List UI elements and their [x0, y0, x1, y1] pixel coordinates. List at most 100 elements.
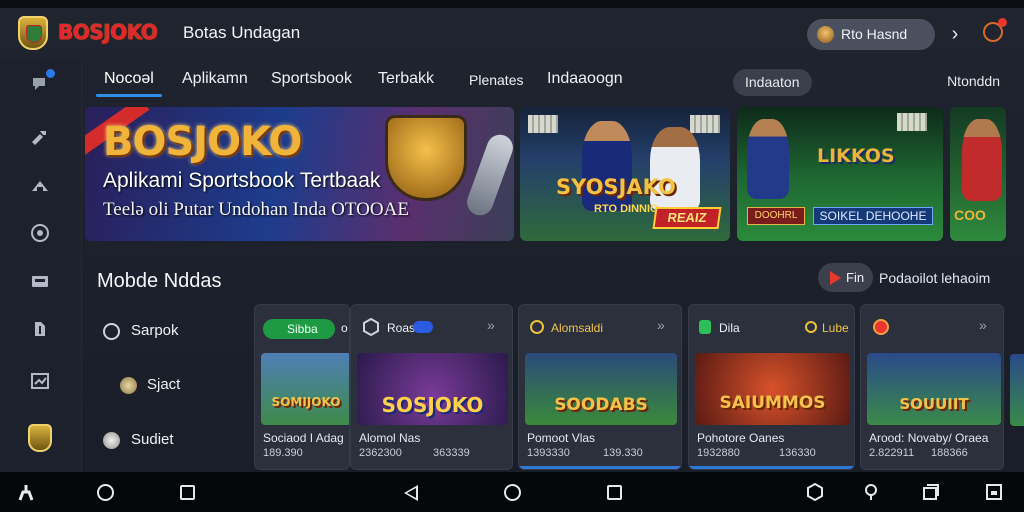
- hammer-icon: [32, 131, 46, 145]
- game-thumbnail: SOSJOKO: [357, 353, 508, 425]
- tab-indonesia[interactable]: Indaaoogn: [547, 70, 623, 88]
- back-triangle-icon[interactable]: [404, 485, 418, 501]
- chevron-right-icon[interactable]: »: [487, 317, 495, 333]
- system-nav-bar: [0, 472, 1024, 512]
- promo-banner-partial[interactable]: COO: [950, 107, 1006, 241]
- play-button[interactable]: Fin: [818, 263, 873, 292]
- logo-icon[interactable]: [18, 16, 48, 50]
- tab-terbaik[interactable]: Terbakk: [378, 70, 434, 88]
- card-header: Dila Lube: [689, 305, 854, 349]
- banner-game-title: LIKKOS: [817, 145, 895, 167]
- hexagon-icon: [807, 482, 823, 502]
- card-extra: Lube: [822, 321, 849, 335]
- home-circle-icon[interactable]: [97, 484, 114, 501]
- tab-pill[interactable]: Indaaton: [733, 69, 812, 96]
- sidebar-item-games[interactable]: [28, 318, 52, 342]
- promo-banner-soccer[interactable]: SYOSJAKO RTO DINNIO REAIZ: [520, 107, 730, 241]
- chart-icon: [31, 373, 49, 389]
- frame-icon: [986, 484, 1002, 500]
- sidebar-item-live[interactable]: [28, 222, 52, 246]
- recents-square-icon[interactable]: [180, 485, 195, 500]
- clock-icon: [805, 321, 817, 333]
- game-stat-primary: 1932880: [697, 447, 740, 459]
- shield-emblem-icon: [385, 115, 467, 201]
- badge: [413, 321, 433, 333]
- user-account-button[interactable]: Rto Hasnd: [807, 19, 935, 50]
- home-icon[interactable]: [504, 484, 521, 501]
- category-item[interactable]: Sarpok: [131, 322, 179, 339]
- tab-aplikasi[interactable]: Aplikamn: [182, 70, 248, 88]
- window-icon[interactable]: [921, 482, 941, 502]
- thumbnail-title: SOODABS: [554, 395, 648, 415]
- avatar: [817, 26, 834, 43]
- play-label: Fin: [846, 270, 865, 285]
- stadium-light-icon: [690, 115, 720, 133]
- sidebar-item-home[interactable]: [28, 69, 55, 96]
- banner-tag-button[interactable]: REAIZ: [652, 207, 722, 229]
- banner-button-secondary[interactable]: SOIKEL DEHOOHE: [813, 207, 933, 225]
- game-thumbnail: SOMIJOKO: [261, 353, 349, 425]
- game-card[interactable]: Dila Lube SAIUMMOS Pohotore Oanes 193288…: [688, 304, 855, 470]
- category-item[interactable]: Sjact: [147, 376, 180, 393]
- eye-icon: [31, 224, 49, 242]
- sidebar-item-stats[interactable]: [28, 370, 52, 394]
- game-stat-primary: 2.822911: [869, 447, 915, 459]
- card-header: »: [861, 305, 1003, 349]
- arrow-icon: [32, 181, 48, 191]
- tab-planet[interactable]: Plenates: [469, 72, 523, 88]
- game-card[interactable]: » SOUUIIT Arood: Novaby/ Oraea 2.822911 …: [860, 304, 1004, 470]
- category-item[interactable]: Sudiet: [131, 431, 174, 448]
- notification-icon[interactable]: [983, 18, 1007, 42]
- hexagon-icon: [363, 318, 379, 336]
- screenshot-icon[interactable]: [984, 482, 1004, 502]
- game-title: Pomoot Vlas: [527, 431, 596, 445]
- game-card[interactable]: Roast » SOSJOKO Alomol Nas 2362300 36333…: [350, 304, 513, 470]
- sport-tag[interactable]: Sibba: [263, 319, 335, 339]
- tab-sportsbook[interactable]: Sportsbook: [271, 70, 352, 88]
- game-title: Alomol Nas: [359, 431, 421, 445]
- status-icon: [699, 320, 711, 334]
- tab-more[interactable]: Ntonddn: [947, 73, 1000, 89]
- card-tag-label: Alomsaldi: [551, 321, 604, 335]
- promo-banner-league[interactable]: LIKKOS DOOHRL SOIKEL DEHOOHE: [737, 107, 943, 241]
- game-stat-primary: 1393330: [527, 447, 570, 459]
- game-thumbnail: SOODABS: [525, 353, 677, 425]
- clock-icon: [530, 320, 544, 334]
- page-title: Botas Undagan: [183, 23, 301, 42]
- player-figure: [747, 119, 789, 199]
- user-name: Rto Hasnd: [841, 26, 908, 42]
- hero-banner[interactable]: BOSJOKO Aplikami Sportsbook Tertbaak Tee…: [85, 107, 514, 241]
- recents-icon[interactable]: [607, 485, 622, 500]
- sidebar-item-wallet[interactable]: [28, 270, 52, 294]
- chevron-right-icon[interactable]: »: [657, 317, 665, 333]
- banner-game-title: COO: [954, 207, 986, 223]
- banner-button-primary[interactable]: DOOHRL: [747, 207, 805, 225]
- thumbnail-title: SAIUMMOS: [719, 393, 826, 413]
- brand-logo-text[interactable]: BOSJOKO: [58, 20, 158, 44]
- sidebar: [0, 60, 82, 472]
- accessibility-icon[interactable]: [16, 482, 36, 502]
- game-stat-secondary: 188366: [931, 447, 968, 459]
- sidebar-logo-icon[interactable]: [28, 424, 52, 452]
- card-progress-bar: [689, 466, 854, 469]
- game-title: Pohotore Oanes: [697, 431, 785, 445]
- gamepad-icon[interactable]: [805, 482, 825, 502]
- active-tab-indicator: [96, 94, 162, 97]
- chevron-right-icon[interactable]: ›: [944, 21, 966, 47]
- tab-bar: Nocoəl Aplikamn Sportsbook Terbakk Plena…: [96, 64, 1024, 104]
- next-card-peek[interactable]: [1010, 354, 1024, 426]
- stadium-light-icon: [897, 113, 927, 131]
- banner-game-title: SYOSJAKO: [556, 175, 676, 199]
- game-card[interactable]: Alomsaldi » SOODABS Pomoot Vlas 1393330 …: [518, 304, 682, 470]
- chevron-right-icon[interactable]: »: [979, 317, 987, 333]
- section-link[interactable]: Podaoilot lehaoim: [879, 270, 990, 286]
- sidebar-item-promo[interactable]: [28, 126, 52, 150]
- sidebar-item-sports[interactable]: [28, 174, 52, 198]
- location-icon[interactable]: [861, 482, 881, 502]
- card-progress-bar: [519, 466, 681, 469]
- ball-icon: [120, 377, 137, 394]
- game-card[interactable]: Sibba o SOMIJOKO Sociaod I Adag 189.390: [254, 304, 350, 470]
- game-stat-primary: 2362300: [359, 447, 402, 459]
- thumbnail-title: SOSJOKO: [381, 393, 484, 417]
- tab-home[interactable]: Nocoəl: [104, 70, 154, 88]
